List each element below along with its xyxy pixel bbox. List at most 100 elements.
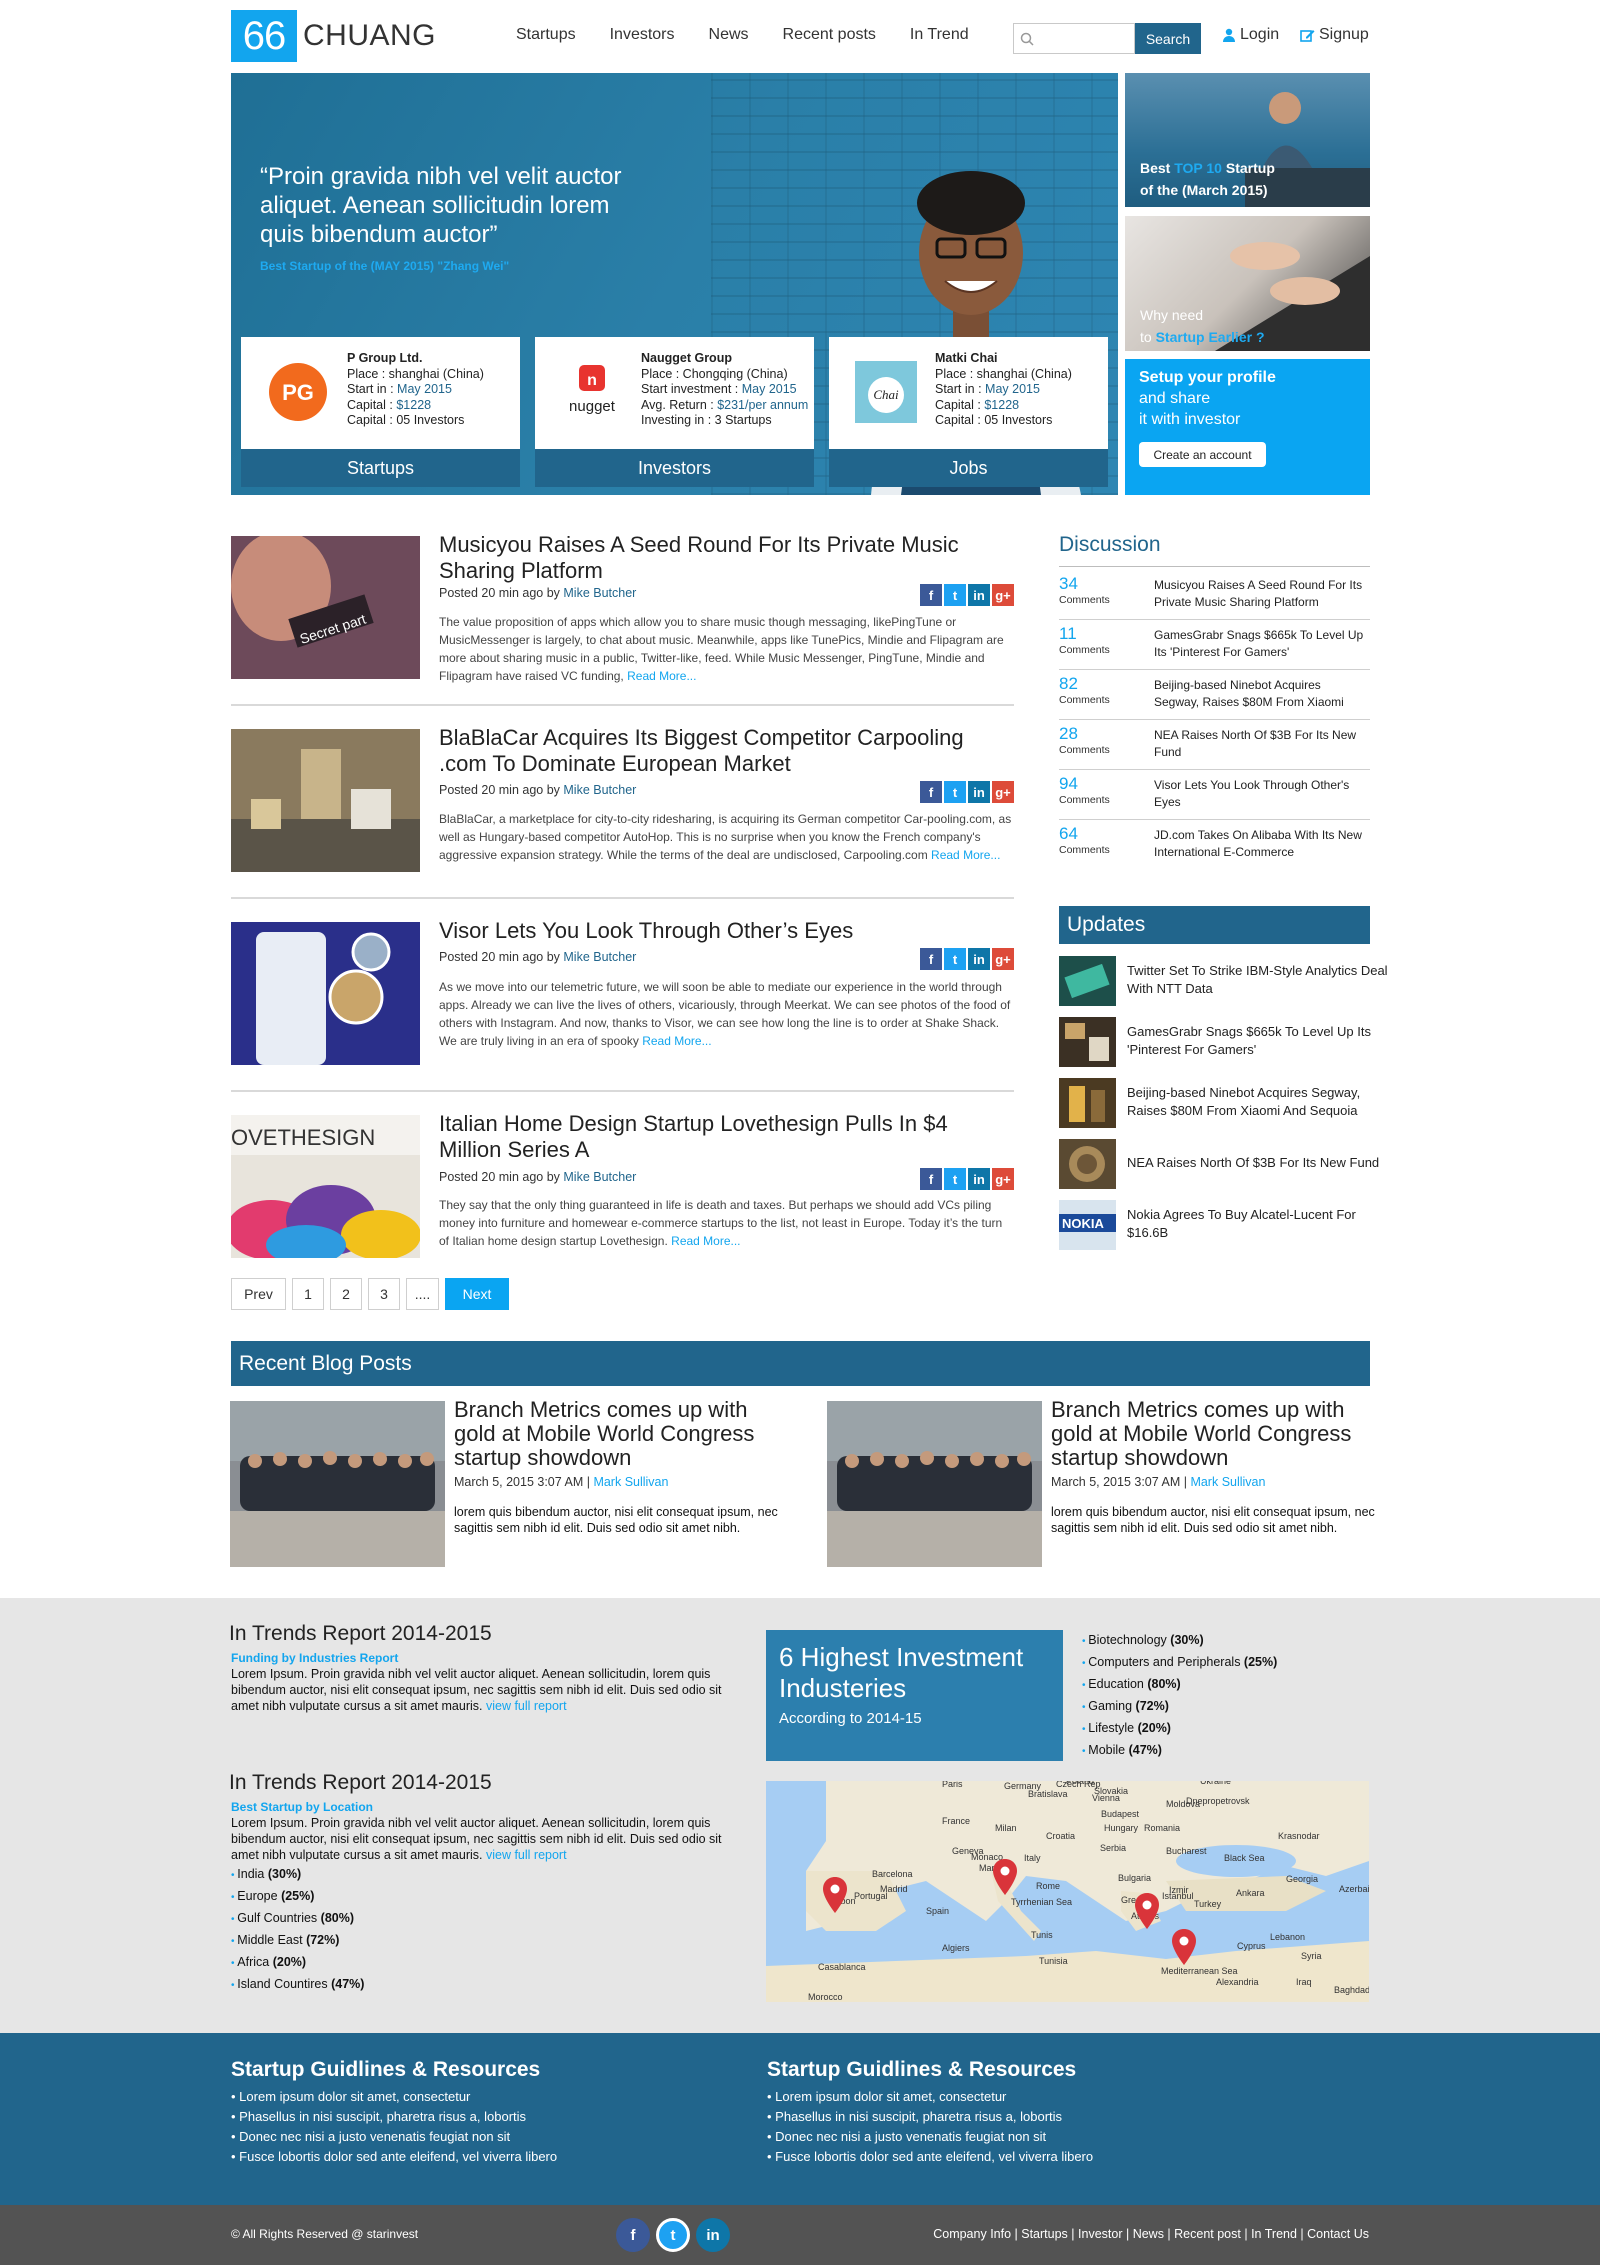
article-author[interactable]: Mike Butcher <box>563 783 636 797</box>
facebook-icon[interactable]: f <box>920 781 942 803</box>
nav-startups[interactable]: Startups <box>516 26 576 44</box>
linkedin-icon[interactable]: in <box>968 584 990 606</box>
page-3-button[interactable]: 3 <box>368 1278 400 1310</box>
footer-link-news[interactable]: News <box>1133 2227 1164 2241</box>
footer-link-contact-us[interactable]: Contact Us <box>1307 2227 1369 2241</box>
linkedin-icon[interactable]: in <box>968 781 990 803</box>
tab-jobs[interactable]: Jobs <box>829 449 1108 487</box>
linkedin-icon[interactable]: in <box>968 948 990 970</box>
blog-post-image[interactable] <box>827 1401 1042 1567</box>
page-2-button[interactable]: 2 <box>330 1278 362 1310</box>
resource-link[interactable]: Lorem ipsum dolor sit amet, consectetur <box>231 2087 557 2107</box>
footer-link-startups[interactable]: Startups <box>1021 2227 1068 2241</box>
map-pin-icon[interactable] <box>1171 1929 1197 1965</box>
investor-card[interactable]: n nugget Naugget Group Place : Chongqing … <box>535 337 814 449</box>
top10-promo[interactable]: Best TOP 10 Startup of the (March 2015) <box>1125 73 1370 207</box>
login-link[interactable]: Login <box>1222 26 1279 44</box>
discussion-item[interactable]: 34 Comments Musicyou Raises A Seed Round F… <box>1059 570 1370 620</box>
search-input[interactable] <box>1013 23 1135 54</box>
location-map[interactable]: France Paris Germany Poland Ukraine Czech Rep… <box>766 1781 1369 2002</box>
article-title[interactable]: BlaBlaCar Acquires Its Biggest Competito… <box>439 725 1014 777</box>
update-item[interactable]: Twitter Set To Strike IBM-Style Analytic… <box>1059 956 1389 1006</box>
update-item[interactable]: NEA Raises North Of $3B For Its New Fund <box>1059 1139 1389 1189</box>
tab-startups[interactable]: Startups <box>241 449 520 487</box>
linkedin-icon[interactable]: in <box>696 2218 730 2252</box>
blog-post-title[interactable]: Branch Metrics comes up with gold at Mob… <box>454 1398 794 1470</box>
blog-post-title[interactable]: Branch Metrics comes up with gold at Mob… <box>1051 1398 1391 1470</box>
article-title[interactable]: Musicyou Raises A Seed Round For Its Pri… <box>439 532 1014 584</box>
twitter-icon[interactable]: t <box>944 1168 966 1190</box>
discussion-item[interactable]: 28 Comments NEA Raises North Of $3B For It… <box>1059 720 1370 770</box>
resource-link[interactable]: Fusce lobortis dolor sed ante eleifend, … <box>767 2147 1093 2167</box>
googleplus-icon[interactable]: g+ <box>992 1168 1014 1190</box>
facebook-icon[interactable]: f <box>616 2218 650 2252</box>
googleplus-icon[interactable]: g+ <box>992 584 1014 606</box>
linkedin-icon[interactable]: in <box>968 1168 990 1190</box>
startup-card[interactable]: PG P Group Ltd. Place : shanghai (China)… <box>241 337 520 449</box>
create-account-button[interactable]: Create an account <box>1139 442 1266 467</box>
article-author[interactable]: Mike Butcher <box>563 950 636 964</box>
map-pin-icon[interactable] <box>1134 1893 1160 1929</box>
resource-link[interactable]: Donec nec nisi a justo venenatis feugiat… <box>767 2127 1093 2147</box>
twitter-icon[interactable]: t <box>656 2218 690 2252</box>
resource-link[interactable]: Donec nec nisi a justo venenatis feugiat… <box>231 2127 557 2147</box>
footer-link-recent-post[interactable]: Recent post <box>1174 2227 1241 2241</box>
nav-investors[interactable]: Investors <box>610 26 675 44</box>
footer-link-company-info[interactable]: Company Info <box>933 2227 1011 2241</box>
discussion-item[interactable]: 11 Comments GamesGrabr Snags $665k To Leve… <box>1059 620 1370 670</box>
article-meta: Posted 20 min ago by Mike Butcher <box>439 950 637 964</box>
signup-link[interactable]: Signup <box>1300 26 1369 44</box>
search-button[interactable]: Search <box>1135 23 1201 54</box>
update-item[interactable]: NOKIA Nokia Agrees To Buy Alcatel-Lucent… <box>1059 1200 1389 1250</box>
twitter-icon[interactable]: t <box>944 584 966 606</box>
article-author[interactable]: Mike Butcher <box>563 1170 636 1184</box>
map-pin-icon[interactable] <box>822 1877 848 1913</box>
nav-recent-posts[interactable]: Recent posts <box>783 26 876 44</box>
job-card[interactable]: Chai Matki Chai Place : shanghai (China)… <box>829 337 1108 449</box>
twitter-icon[interactable]: t <box>944 781 966 803</box>
blog-post-author[interactable]: Mark Sullivan <box>1190 1475 1265 1489</box>
nav-in-trend[interactable]: In Trend <box>910 26 969 44</box>
map-pin-icon[interactable] <box>992 1859 1018 1895</box>
discussion-item[interactable]: 94 Comments Visor Lets You Look Through Ot… <box>1059 770 1370 820</box>
googleplus-icon[interactable]: g+ <box>992 781 1014 803</box>
article-thumbnail[interactable] <box>231 729 420 872</box>
article-title[interactable]: Visor Lets You Look Through Other’s Eyes <box>439 918 1014 944</box>
update-item[interactable]: GamesGrabr Snags $665k To Level Up Its '… <box>1059 1017 1389 1067</box>
tab-investors[interactable]: Investors <box>535 449 814 487</box>
blog-post-author[interactable]: Mark Sullivan <box>593 1475 668 1489</box>
page-1-button[interactable]: 1 <box>292 1278 324 1310</box>
page-ellipsis[interactable]: .... <box>406 1278 439 1310</box>
read-more-link[interactable]: Read More... <box>671 1234 740 1248</box>
resource-link[interactable]: Fusce lobortis dolor sed ante eleifend, … <box>231 2147 557 2167</box>
site-logo[interactable]: 66 CHUANG <box>231 10 436 62</box>
read-more-link[interactable]: Read More... <box>931 848 1000 862</box>
view-full-report-link[interactable]: view full report <box>486 1699 567 1713</box>
next-page-button[interactable]: Next <box>445 1278 509 1310</box>
article-thumbnail[interactable]: OVETHESIGN <box>231 1115 420 1258</box>
startup-earlier-promo[interactable]: Why need to Startup Earlier ? <box>1125 216 1370 351</box>
twitter-icon[interactable]: t <box>944 948 966 970</box>
resource-link[interactable]: Lorem ipsum dolor sit amet, consectetur <box>767 2087 1093 2107</box>
article-thumbnail[interactable] <box>231 922 420 1065</box>
discussion-item[interactable]: 64 Comments JD.com Takes On Alibaba With I… <box>1059 820 1370 870</box>
discussion-item[interactable]: 82 Comments Beijing-based Ninebot Acquires… <box>1059 670 1370 720</box>
blog-post-image[interactable] <box>230 1401 445 1567</box>
read-more-link[interactable]: Read More... <box>627 669 696 683</box>
facebook-icon[interactable]: f <box>920 584 942 606</box>
nav-news[interactable]: News <box>709 26 749 44</box>
resource-link[interactable]: Phasellus in nisi suscipit, pharetra ris… <box>231 2107 557 2127</box>
facebook-icon[interactable]: f <box>920 948 942 970</box>
prev-page-button[interactable]: Prev <box>231 1278 286 1310</box>
article-thumbnail[interactable]: Secret part <box>231 536 420 679</box>
facebook-icon[interactable]: f <box>920 1168 942 1190</box>
resource-link[interactable]: Phasellus in nisi suscipit, pharetra ris… <box>767 2107 1093 2127</box>
footer-link-investor[interactable]: Investor <box>1078 2227 1122 2241</box>
read-more-link[interactable]: Read More... <box>642 1034 711 1048</box>
footer-link-in-trend[interactable]: In Trend <box>1251 2227 1297 2241</box>
article-author[interactable]: Mike Butcher <box>563 586 636 600</box>
article-title[interactable]: Italian Home Design Startup Lovethesign … <box>439 1111 1014 1163</box>
view-full-report-link[interactable]: view full report <box>486 1848 567 1862</box>
update-item[interactable]: Beijing-based Ninebot Acquires Segway, R… <box>1059 1078 1389 1128</box>
googleplus-icon[interactable]: g+ <box>992 948 1014 970</box>
